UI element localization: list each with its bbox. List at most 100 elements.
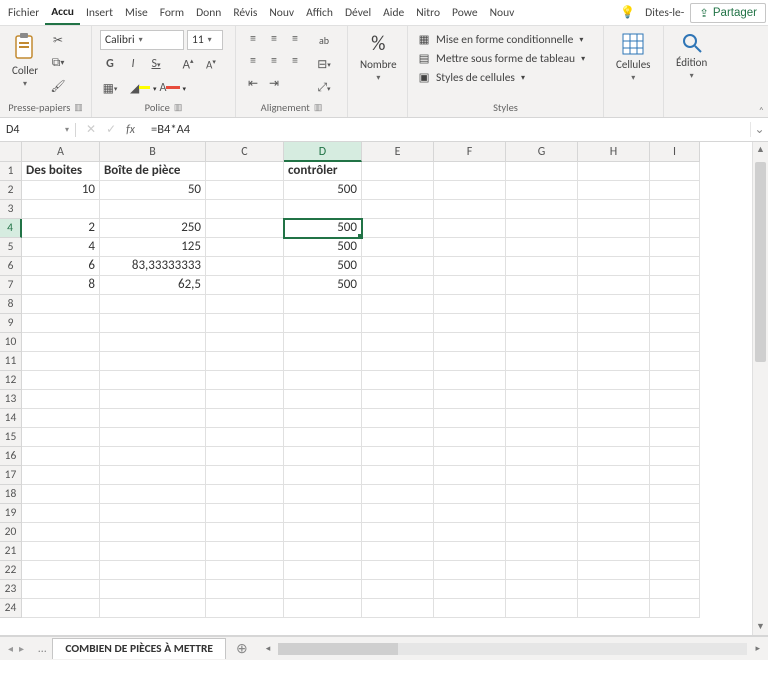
row-header-11[interactable]: 11 [0, 352, 22, 371]
cell-F16[interactable] [434, 447, 506, 466]
cell-C2[interactable] [206, 181, 284, 200]
cell-B20[interactable] [100, 523, 206, 542]
cell-G4[interactable] [506, 219, 578, 238]
row-header-20[interactable]: 20 [0, 523, 22, 542]
cell-C12[interactable] [206, 371, 284, 390]
share-button[interactable]: ⇪ Partager [690, 3, 766, 23]
cell-D3[interactable] [284, 200, 362, 219]
tab-revis[interactable]: Révis [227, 2, 263, 24]
cell-I24[interactable] [650, 599, 700, 618]
row-header-5[interactable]: 5 [0, 238, 22, 257]
cell-C23[interactable] [206, 580, 284, 599]
cell-G8[interactable] [506, 295, 578, 314]
cell-E8[interactable] [362, 295, 434, 314]
cell-I10[interactable] [650, 333, 700, 352]
scroll-right-icon[interactable]: ▸ [751, 643, 764, 654]
cell-F10[interactable] [434, 333, 506, 352]
cell-A13[interactable] [22, 390, 100, 409]
align-top-button[interactable]: ≡ [244, 30, 262, 48]
cell-B21[interactable] [100, 542, 206, 561]
cell-A7[interactable]: 8 [22, 276, 100, 295]
cell-G10[interactable] [506, 333, 578, 352]
vscroll-thumb[interactable] [755, 162, 766, 362]
cell-H17[interactable] [578, 466, 650, 485]
expand-formula-bar-icon[interactable]: ⌄ [750, 122, 768, 137]
cell-G12[interactable] [506, 371, 578, 390]
cell-F1[interactable] [434, 162, 506, 181]
cell-B6[interactable]: 83,33333333 [100, 257, 206, 276]
cell-C10[interactable] [206, 333, 284, 352]
cell-A12[interactable] [22, 371, 100, 390]
cell-F8[interactable] [434, 295, 506, 314]
cell-A2[interactable]: 10 [22, 181, 100, 200]
cell-C18[interactable] [206, 485, 284, 504]
cell-F13[interactable] [434, 390, 506, 409]
cell-C24[interactable] [206, 599, 284, 618]
tab-insert[interactable]: Insert [80, 2, 119, 24]
cell-D4[interactable]: 500 [284, 219, 362, 238]
cell-E7[interactable] [362, 276, 434, 295]
font-size-combo[interactable]: 11▾ [187, 30, 223, 50]
row-header-19[interactable]: 19 [0, 504, 22, 523]
cell-B17[interactable] [100, 466, 206, 485]
cell-F3[interactable] [434, 200, 506, 219]
cell-I16[interactable] [650, 447, 700, 466]
row-header-15[interactable]: 15 [0, 428, 22, 447]
cell-F4[interactable] [434, 219, 506, 238]
cell-I15[interactable] [650, 428, 700, 447]
cell-G22[interactable] [506, 561, 578, 580]
bold-button[interactable]: G [100, 54, 120, 74]
cell-F19[interactable] [434, 504, 506, 523]
cell-B16[interactable] [100, 447, 206, 466]
cell-A14[interactable] [22, 409, 100, 428]
row-header-14[interactable]: 14 [0, 409, 22, 428]
cell-F11[interactable] [434, 352, 506, 371]
clipboard-launcher-icon[interactable]: ▥ [74, 102, 83, 113]
vertical-scrollbar[interactable]: ▲ ▼ [752, 142, 768, 635]
cell-B12[interactable] [100, 371, 206, 390]
cell-B18[interactable] [100, 485, 206, 504]
cell-I20[interactable] [650, 523, 700, 542]
row-header-21[interactable]: 21 [0, 542, 22, 561]
cell-F24[interactable] [434, 599, 506, 618]
cell-C16[interactable] [206, 447, 284, 466]
align-right-button[interactable]: ≡ [286, 52, 304, 70]
indent-decrease-button[interactable]: ⇤ [244, 74, 262, 92]
cell-I14[interactable] [650, 409, 700, 428]
cell-D6[interactable]: 500 [284, 257, 362, 276]
editing-button[interactable]: Édition ▾ [672, 30, 711, 83]
cell-B3[interactable] [100, 200, 206, 219]
cell-A19[interactable] [22, 504, 100, 523]
scroll-up-icon[interactable]: ▲ [753, 142, 768, 158]
tab-affich[interactable]: Affich [300, 2, 339, 24]
borders-button[interactable]: ▦▾ [100, 78, 120, 98]
merge-button[interactable]: ⊟▾ [314, 54, 334, 74]
tell-me[interactable]: Dites-le- [639, 2, 690, 24]
row-header-9[interactable]: 9 [0, 314, 22, 333]
cell-H14[interactable] [578, 409, 650, 428]
cell-E24[interactable] [362, 599, 434, 618]
cell-A5[interactable]: 4 [22, 238, 100, 257]
cell-F20[interactable] [434, 523, 506, 542]
cell-G20[interactable] [506, 523, 578, 542]
cell-I18[interactable] [650, 485, 700, 504]
sheet-overflow[interactable]: … [32, 642, 52, 656]
cell-I4[interactable] [650, 219, 700, 238]
sheet-nav[interactable]: ◂ ▸ [0, 642, 32, 655]
cell-D24[interactable] [284, 599, 362, 618]
cell-C15[interactable] [206, 428, 284, 447]
cells-area[interactable]: Des boitesBoîte de piècecontrôler1050500… [22, 162, 752, 618]
cell-A18[interactable] [22, 485, 100, 504]
indent-increase-button[interactable]: ⇥ [265, 74, 283, 92]
cut-button[interactable]: ✂ [48, 30, 68, 50]
cell-H9[interactable] [578, 314, 650, 333]
cell-E11[interactable] [362, 352, 434, 371]
cell-E3[interactable] [362, 200, 434, 219]
cell-I3[interactable] [650, 200, 700, 219]
cell-A10[interactable] [22, 333, 100, 352]
cell-H19[interactable] [578, 504, 650, 523]
cell-C11[interactable] [206, 352, 284, 371]
cell-E22[interactable] [362, 561, 434, 580]
lightbulb-icon[interactable]: 💡 [620, 5, 635, 20]
tab-powe[interactable]: Powe [446, 2, 484, 24]
